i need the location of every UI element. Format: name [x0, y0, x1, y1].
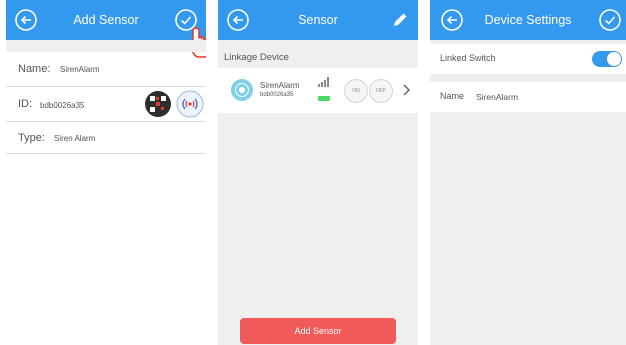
sensor-icon [231, 79, 253, 101]
check-icon[interactable] [598, 8, 622, 32]
name-label: Name: [18, 63, 51, 75]
linked-switch-row: Linked Switch [430, 44, 626, 74]
name-row[interactable]: Name SirenAlarm [430, 82, 626, 112]
header-bar: Sensor [218, 0, 418, 40]
toggle-knob [607, 52, 621, 66]
battery-icon [318, 96, 330, 101]
type-row[interactable]: Type: Siren Alarm [6, 122, 206, 154]
chevron-right-icon[interactable] [402, 84, 410, 96]
device-name: SirenAlarm [260, 81, 300, 90]
sensor-screen: Sensor Linkage Device SirenAlarm bdb0026… [218, 0, 418, 345]
header-bar: Device Settings [430, 0, 626, 40]
radar-icon[interactable] [176, 90, 204, 118]
device-settings-screen: Device Settings Linked Switch Name Siren… [430, 0, 626, 345]
divider [6, 153, 206, 154]
section-label: Linkage Device [224, 52, 289, 63]
name-value: SirenAlarm [60, 65, 100, 74]
qr-scan-icon[interactable] [144, 90, 172, 118]
device-id: bdb0026a35 [260, 92, 294, 98]
name-value: SirenAlarm [476, 92, 519, 102]
id-value: bdb0026a35 [40, 101, 85, 110]
type-label: Type: [18, 132, 45, 144]
signal-icon [318, 77, 329, 87]
linkage-device-row[interactable]: SirenAlarm bdb0026a35 ON OFF [218, 68, 418, 113]
off-button[interactable]: OFF [369, 79, 393, 103]
header-bar: Add Sensor [6, 0, 206, 40]
add-sensor-screen: Add Sensor Name: SirenAlarm ID: bdb0026a… [6, 0, 206, 345]
linked-switch-toggle[interactable] [592, 51, 622, 67]
linked-switch-label: Linked Switch [440, 53, 496, 63]
id-label: ID: [18, 98, 33, 110]
section-gap [6, 40, 206, 52]
name-row[interactable]: Name: SirenAlarm [6, 52, 206, 86]
id-row[interactable]: ID: bdb0026a35 [6, 87, 206, 121]
on-button[interactable]: ON [344, 79, 368, 103]
add-sensor-button[interactable]: Add Sensor [240, 318, 396, 344]
type-value: Siren Alarm [54, 134, 96, 143]
edit-icon[interactable] [388, 8, 412, 32]
page-title: Device Settings [484, 13, 572, 27]
name-label: Name [440, 91, 465, 101]
